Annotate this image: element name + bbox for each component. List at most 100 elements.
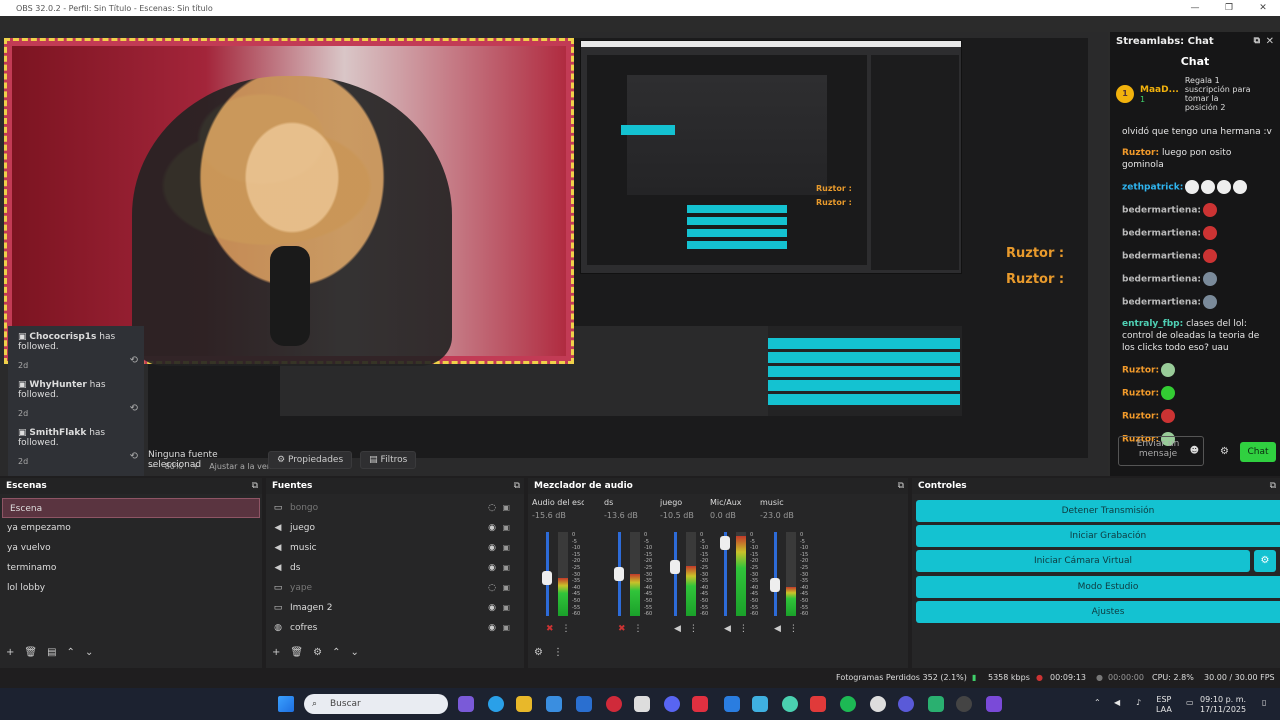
move-down-icon[interactable]: ⌄ bbox=[350, 647, 358, 658]
scene-item[interactable]: ya vuelvo bbox=[0, 538, 262, 558]
more-icon[interactable]: ⋮ bbox=[553, 647, 563, 658]
clock[interactable]: 09:10 p. m. 17/11/2025 bbox=[1200, 695, 1246, 715]
fader-knob[interactable] bbox=[770, 577, 780, 592]
close-button[interactable]: ✕ bbox=[1246, 0, 1280, 16]
start-recording-button[interactable]: Iniciar Grabación bbox=[916, 525, 1280, 547]
lock-icon[interactable]: ▣ bbox=[502, 578, 510, 598]
speaker-icon[interactable]: ◀ bbox=[1114, 698, 1120, 708]
move-up-icon[interactable]: ⌃ bbox=[67, 647, 75, 658]
taskbar-search[interactable]: ⌕ Buscar bbox=[304, 694, 448, 714]
source-item[interactable]: ▭ bongo ◌ ▣ bbox=[266, 498, 524, 518]
filters-button[interactable]: ▤ Filtros bbox=[360, 451, 417, 469]
eye-icon[interactable]: ◉ bbox=[488, 518, 496, 538]
filter-icon[interactable]: ▤ bbox=[47, 647, 56, 658]
settings-button[interactable]: Ajustes bbox=[916, 601, 1280, 623]
trash-icon[interactable]: 🗑 bbox=[290, 647, 303, 658]
copilot-icon[interactable] bbox=[458, 696, 474, 712]
fader-knob[interactable] bbox=[614, 567, 624, 581]
more-icon[interactable]: ⋮ bbox=[739, 624, 748, 634]
speaker-icon[interactable]: ◀ bbox=[724, 624, 731, 634]
app-icon[interactable] bbox=[898, 696, 914, 712]
edge-icon[interactable] bbox=[488, 696, 504, 712]
scene-item[interactable]: Escena bbox=[2, 498, 260, 518]
source-item[interactable]: ◀ music ◉ ▣ bbox=[266, 538, 524, 558]
folder-icon[interactable] bbox=[516, 696, 532, 712]
discord-icon[interactable] bbox=[664, 696, 680, 712]
speaker-icon[interactable]: ◀ bbox=[774, 624, 781, 634]
virtual-camera-settings-button[interactable]: ⚙ bbox=[1254, 550, 1276, 572]
app-icon[interactable] bbox=[782, 696, 798, 712]
app-icon[interactable] bbox=[634, 696, 650, 712]
preview-area[interactable]: Ruztor : Ruztor : Ruztor : Ruztor : − 80… bbox=[0, 32, 1108, 476]
trash-icon[interactable]: 🗑 bbox=[24, 647, 37, 658]
scene-item[interactable]: terminamo bbox=[0, 558, 262, 578]
replay-icon[interactable]: ⟲ bbox=[130, 355, 138, 366]
obs-icon[interactable] bbox=[956, 696, 972, 712]
gear-icon[interactable]: ⚙ bbox=[313, 647, 322, 658]
source-item[interactable]: ◍ cofres ◉ ▣ bbox=[266, 618, 524, 638]
emoji-icon[interactable]: ☻ bbox=[1190, 446, 1199, 456]
more-icon[interactable]: ⋮ bbox=[789, 624, 798, 634]
fader-knob[interactable] bbox=[720, 535, 730, 550]
move-down-icon[interactable]: ⌄ bbox=[85, 647, 93, 658]
popout-icon[interactable]: ⧉ bbox=[514, 478, 520, 494]
outlook-icon[interactable] bbox=[576, 696, 592, 712]
maximize-button[interactable]: ❐ bbox=[1212, 0, 1246, 16]
source-item[interactable]: ◀ juego ◉ ▣ bbox=[266, 518, 524, 538]
lock-icon[interactable]: ▣ bbox=[502, 498, 510, 518]
lock-icon[interactable]: ▣ bbox=[502, 598, 510, 618]
move-up-icon[interactable]: ⌃ bbox=[332, 647, 340, 658]
eye-icon[interactable]: ◉ bbox=[488, 558, 496, 578]
lock-icon[interactable]: ▣ bbox=[502, 538, 510, 558]
fader-knob[interactable] bbox=[542, 570, 552, 585]
source-item[interactable]: ▭ Imagen 2 ◉ ▣ bbox=[266, 598, 524, 618]
monitor-icon[interactable]: ▭ bbox=[1186, 698, 1194, 708]
popout-icon[interactable]: ⧉ bbox=[1254, 36, 1260, 46]
add-icon[interactable]: + bbox=[272, 647, 280, 658]
more-icon[interactable]: ⋮ bbox=[689, 624, 698, 634]
app-icon[interactable] bbox=[810, 696, 826, 712]
app-icon[interactable] bbox=[692, 696, 708, 712]
scene-item[interactable]: ya empezamo bbox=[0, 518, 262, 538]
advanced-audio-icon[interactable]: ⚙ bbox=[534, 647, 543, 658]
spotify-icon[interactable] bbox=[840, 696, 856, 712]
eye-icon[interactable]: ◉ bbox=[488, 538, 496, 558]
muted-icon[interactable]: ✖ bbox=[546, 624, 554, 634]
volume-fader[interactable] bbox=[774, 532, 777, 616]
gear-icon[interactable]: ⚙ bbox=[1220, 446, 1229, 457]
speaker-icon[interactable]: ◀ bbox=[674, 624, 681, 634]
settings-icon[interactable] bbox=[870, 696, 886, 712]
close-icon[interactable]: ✕ bbox=[1266, 36, 1274, 47]
popout-icon[interactable]: ⧉ bbox=[898, 478, 904, 494]
app-icon[interactable] bbox=[986, 696, 1002, 712]
more-icon[interactable]: ⋮ bbox=[634, 624, 643, 634]
app-icon[interactable] bbox=[724, 696, 740, 712]
opera-icon[interactable] bbox=[606, 696, 622, 712]
chat-send-button[interactable]: Chat bbox=[1240, 442, 1276, 462]
eye-off-icon[interactable]: ◌ bbox=[488, 498, 496, 518]
lock-icon[interactable]: ▣ bbox=[502, 558, 510, 578]
minimize-button[interactable]: — bbox=[1178, 0, 1212, 16]
lock-icon[interactable]: ▣ bbox=[502, 618, 510, 638]
fader-knob[interactable] bbox=[670, 560, 680, 574]
properties-button[interactable]: ⚙ Propiedades bbox=[268, 451, 353, 469]
store-icon[interactable] bbox=[546, 696, 562, 712]
notification-icon[interactable]: ▯ bbox=[1262, 698, 1266, 708]
app-icon[interactable] bbox=[752, 696, 768, 712]
mic-icon[interactable]: ♪ bbox=[1136, 698, 1141, 708]
volume-fader[interactable] bbox=[674, 532, 677, 616]
chat-input[interactable]: Enviar un mensaje ☻ bbox=[1118, 436, 1204, 466]
more-icon[interactable]: ⋮ bbox=[562, 624, 571, 634]
start-button[interactable] bbox=[278, 696, 294, 712]
muted-icon[interactable]: ✖ bbox=[618, 624, 626, 634]
chevron-up-icon[interactable]: ⌃ bbox=[1094, 698, 1101, 708]
eye-icon[interactable]: ◉ bbox=[488, 618, 496, 638]
studio-mode-button[interactable]: Modo Estudio bbox=[916, 576, 1280, 598]
language-indicator[interactable]: ESP LAA bbox=[1156, 695, 1172, 715]
replay-icon[interactable]: ⟲ bbox=[130, 451, 138, 462]
scene-item[interactable]: lol lobby bbox=[0, 578, 262, 598]
source-item[interactable]: ▭ yape ◌ ▣ bbox=[266, 578, 524, 598]
start-virtual-camera-button[interactable]: Iniciar Cámara Virtual bbox=[916, 550, 1250, 572]
source-item[interactable]: ◀ ds ◉ ▣ bbox=[266, 558, 524, 578]
app-icon[interactable] bbox=[928, 696, 944, 712]
